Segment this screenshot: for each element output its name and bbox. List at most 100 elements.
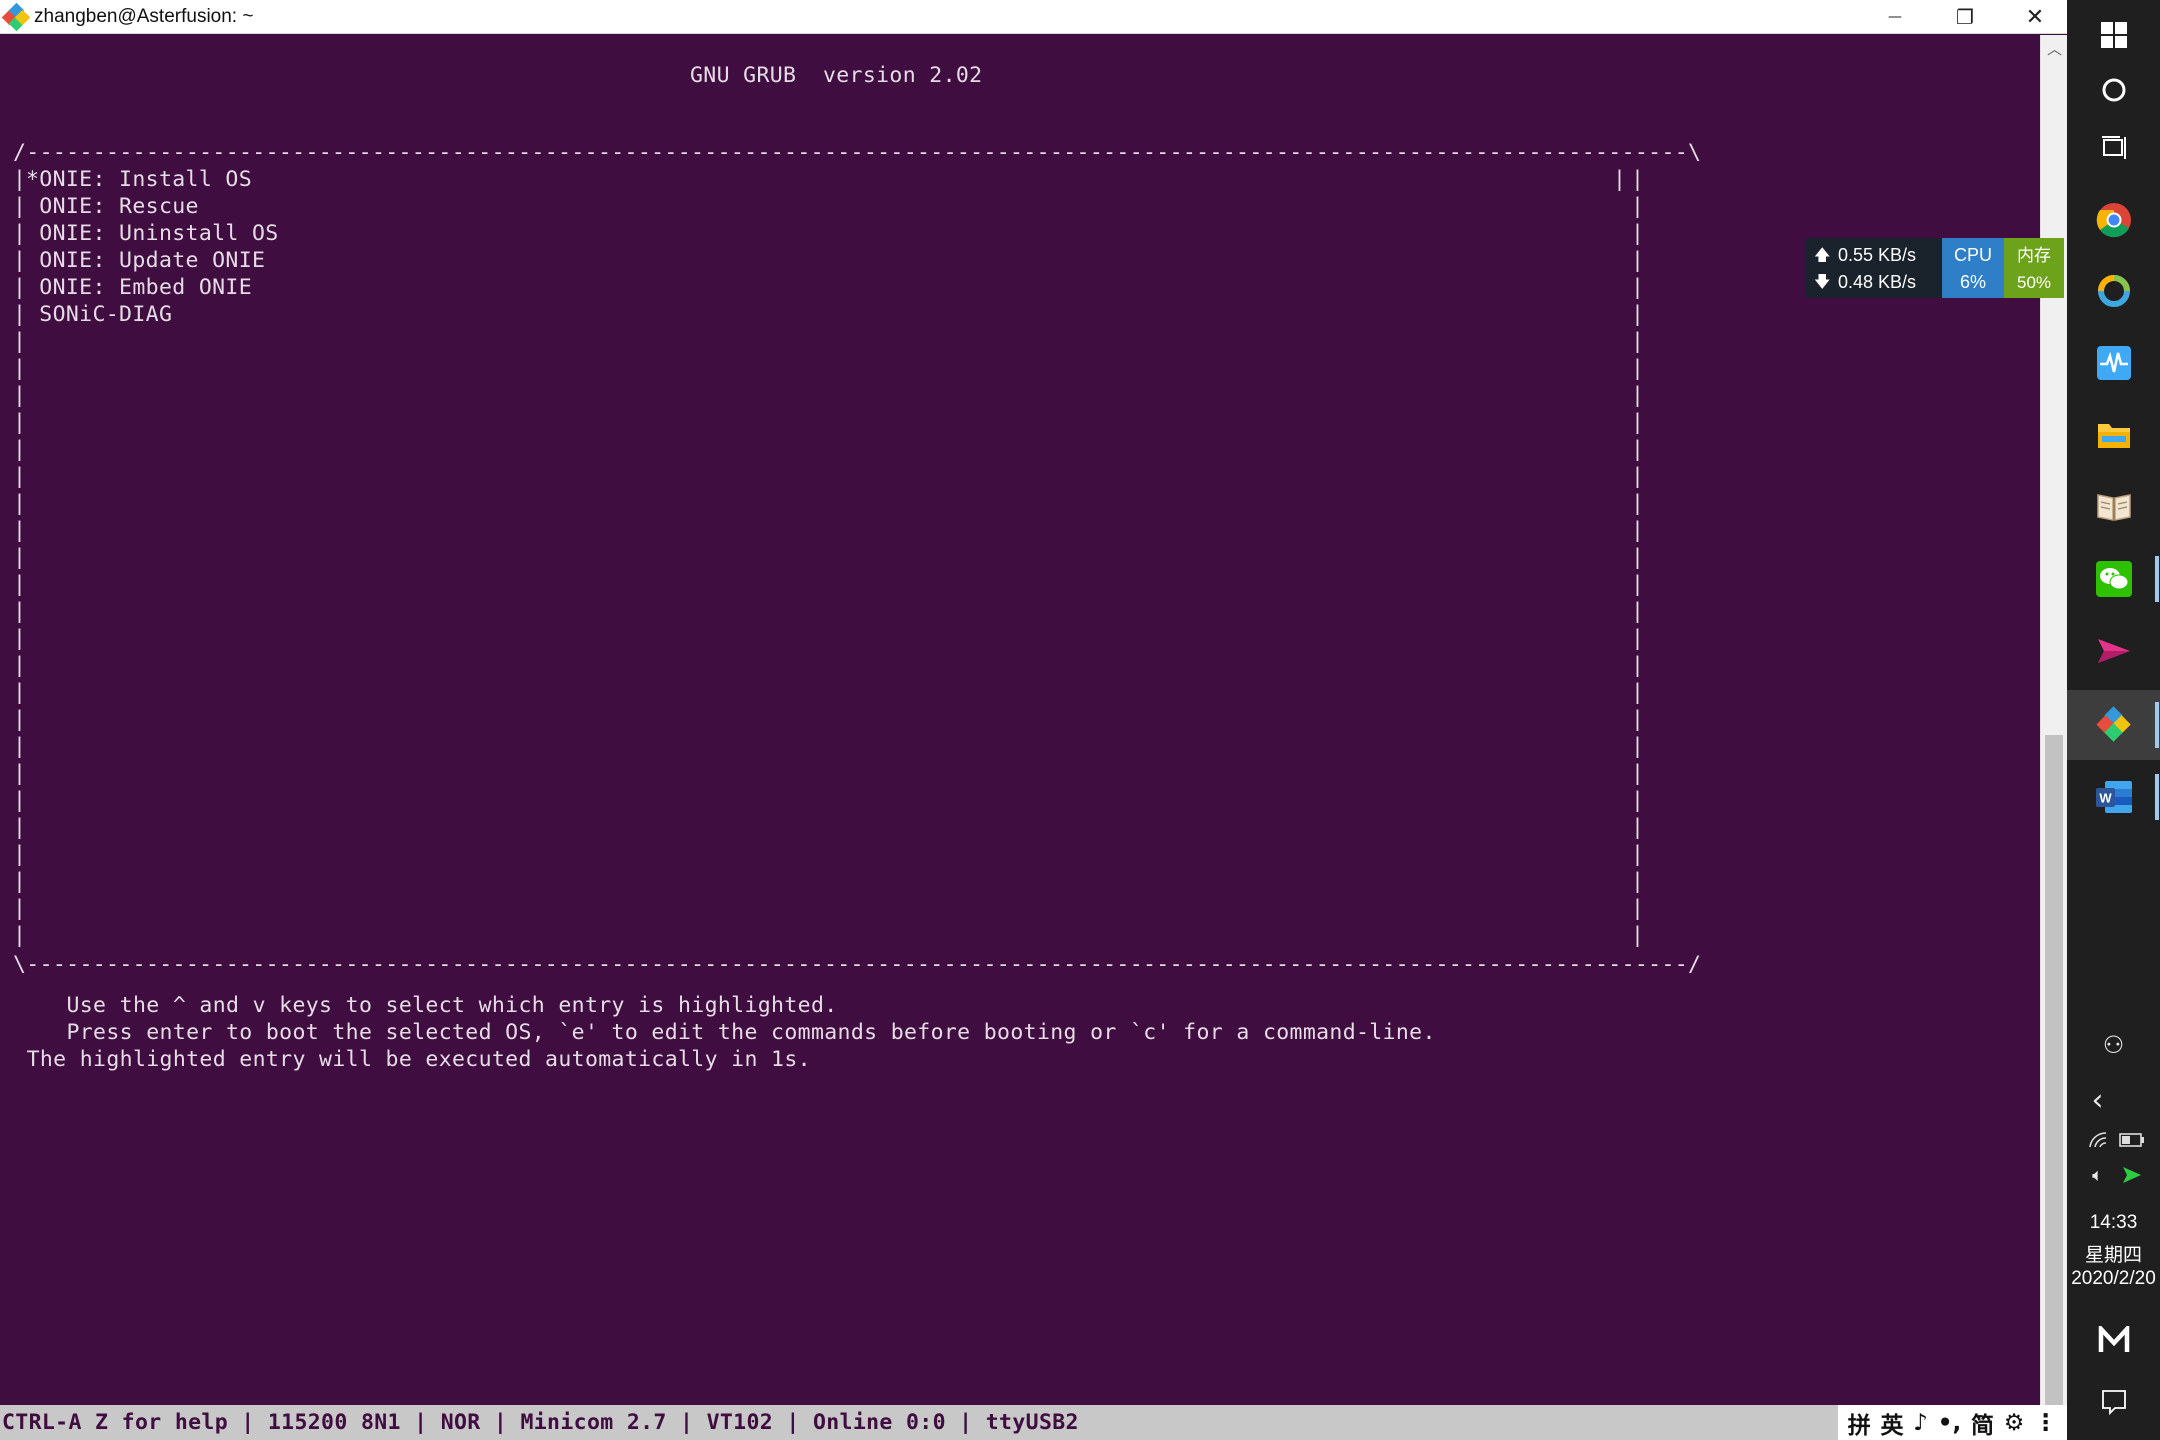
menu-box-right-border: | bbox=[1631, 410, 1645, 435]
wechat-running-indicator bbox=[2155, 556, 2159, 602]
task-view-button[interactable] bbox=[2067, 113, 2160, 183]
help-line: The highlighted entry will be executed a… bbox=[0, 1047, 811, 1072]
taskbar-file-explorer[interactable] bbox=[2067, 400, 2160, 470]
clock-weekday[interactable]: 星期四 bbox=[2067, 1240, 2160, 1267]
app-icon bbox=[1, 2, 31, 31]
menu-box-right-border: | bbox=[1631, 761, 1645, 786]
word-icon: W bbox=[2095, 781, 2132, 813]
network-speed-panel: 🡅 0.55 KB/s 🡇 0.48 KB/s bbox=[1806, 238, 1942, 298]
ime-settings-icon[interactable]: ⚙ bbox=[2004, 1410, 2025, 1436]
menu-box-top-border: /---------------------------------------… bbox=[13, 140, 1702, 165]
menu-box-bottom-border: \---------------------------------------… bbox=[13, 952, 1702, 977]
people-button[interactable]: ⚇ bbox=[2067, 1020, 2160, 1070]
ime-moon-icon[interactable]: ♪ bbox=[1913, 1410, 1928, 1436]
taskbar-word[interactable]: W bbox=[2067, 762, 2160, 832]
show-hidden-icons-button[interactable]: ‹ bbox=[2051, 1078, 2144, 1122]
menu-box-right-border: | bbox=[1631, 518, 1645, 543]
menu-box-left-border: | bbox=[13, 599, 27, 624]
taskbar-app-ring[interactable] bbox=[2067, 256, 2160, 326]
restore-button[interactable]: ❐ bbox=[1930, 0, 2000, 34]
menu-box-left-border: | bbox=[13, 167, 27, 192]
terminal-window: zhangben@Asterfusion: ~ — ❐ ✕ GNU GRUB v… bbox=[0, 0, 2067, 1440]
menu-box-left-border: | bbox=[13, 545, 27, 570]
clock-date[interactable]: 2020/2/20 bbox=[2067, 1268, 2160, 1290]
ime-simplified-toggle[interactable]: 简 bbox=[1971, 1406, 1994, 1440]
menu-box-right-border: | bbox=[1631, 302, 1645, 327]
menu-box-left-border: | bbox=[13, 626, 27, 651]
svg-text:W: W bbox=[2099, 791, 2112, 806]
menu-box-left-border: | bbox=[13, 248, 27, 273]
menu-entry[interactable]: ONIE: Update ONIE bbox=[26, 247, 265, 274]
cortana-circle-icon bbox=[2102, 78, 2125, 102]
menu-box-left-border: | bbox=[13, 653, 27, 678]
menu-box-left-border: | bbox=[13, 788, 27, 813]
action-center-button[interactable] bbox=[2067, 1372, 2160, 1432]
menu-box-left-border: | bbox=[13, 410, 27, 435]
people-icon: ⚇ bbox=[2102, 1031, 2125, 1059]
close-button[interactable]: ✕ bbox=[2000, 0, 2067, 34]
menu-entry[interactable]: ONIE: Embed ONIE bbox=[26, 274, 252, 301]
taskbar-m-app[interactable] bbox=[2067, 1310, 2160, 1370]
taskbar-monitor-app[interactable] bbox=[2067, 328, 2160, 398]
menu-box-right-border: | bbox=[1631, 221, 1645, 246]
menu-box-right-border: | bbox=[1631, 545, 1645, 570]
taskbar-wechat[interactable] bbox=[2067, 544, 2160, 614]
windows-logo-icon bbox=[2100, 22, 2127, 48]
m-logo-icon bbox=[2098, 1326, 2129, 1352]
download-speed: 0.48 KB/s bbox=[1838, 272, 1917, 292]
menu-scroll-indicator: | bbox=[1613, 167, 1627, 192]
menu-box-right-border: | bbox=[1631, 167, 1645, 192]
menu-box-left-border: | bbox=[13, 680, 27, 705]
menu-box-left-border: | bbox=[13, 329, 27, 354]
menu-box-left-border: | bbox=[13, 869, 27, 894]
memory-label: 内存 bbox=[2017, 246, 2051, 265]
menu-entry[interactable]: ONIE: Uninstall OS bbox=[26, 220, 279, 247]
taskbar-send-app[interactable] bbox=[2067, 616, 2160, 686]
taskbar-chrome[interactable] bbox=[2067, 185, 2160, 255]
menu-box-left-border: | bbox=[13, 923, 27, 948]
open-book-icon bbox=[2096, 494, 2131, 521]
menu-box-right-border: | bbox=[1631, 626, 1645, 651]
title-bar[interactable]: zhangben@Asterfusion: ~ — ❐ ✕ bbox=[0, 0, 2067, 34]
memory-panel: 内存 50% bbox=[2004, 238, 2064, 298]
menu-box-left-border: | bbox=[13, 194, 27, 219]
network-monitor-widget[interactable]: 🡅 0.55 KB/s 🡇 0.48 KB/s CPU 6% 内存 50% bbox=[1806, 238, 2064, 298]
taskbar-reader[interactable] bbox=[2067, 472, 2160, 542]
menu-box-right-border: | bbox=[1631, 896, 1645, 921]
window-title: zhangben@Asterfusion: ~ bbox=[34, 5, 254, 27]
menu-box-left-border: | bbox=[13, 896, 27, 921]
menu-box-left-border: | bbox=[13, 275, 27, 300]
ime-more-icon[interactable]: ⋮ bbox=[2034, 1410, 2057, 1436]
ring-app-icon bbox=[2097, 275, 2130, 307]
green-plane-tray-icon bbox=[2122, 1167, 2141, 1183]
clock-time[interactable]: 14:33 bbox=[2067, 1212, 2160, 1234]
menu-box-right-border: | bbox=[1631, 599, 1645, 624]
memory-value: 50% bbox=[2016, 273, 2052, 292]
terminal-screen[interactable]: GNU GRUB version 2.02 /-----------------… bbox=[0, 35, 2040, 1405]
scroll-up-arrow-icon[interactable]: ︿ bbox=[2041, 35, 2067, 61]
battery-tray-button[interactable] bbox=[2085, 1120, 2160, 1160]
upload-speed: 0.55 KB/s bbox=[1838, 245, 1917, 265]
ime-english-toggle[interactable]: 英 bbox=[1881, 1406, 1904, 1440]
scroll-thumb[interactable] bbox=[2045, 735, 2063, 1405]
menu-box-right-border: | bbox=[1631, 842, 1645, 867]
ime-pinyin-icon[interactable]: 拼 bbox=[1848, 1406, 1871, 1440]
menu-box-right-border: | bbox=[1631, 707, 1645, 732]
menu-box-left-border: | bbox=[13, 815, 27, 840]
minimize-button[interactable]: — bbox=[1860, 0, 1930, 34]
battery-icon bbox=[2118, 1133, 2144, 1147]
menu-box-left-border: | bbox=[13, 356, 27, 381]
menu-box-left-border: | bbox=[13, 383, 27, 408]
menu-entry[interactable]: SONiC-DIAG bbox=[26, 301, 172, 328]
menu-box-left-border: | bbox=[13, 707, 27, 732]
menu-entry-selected[interactable]: *ONIE: Install OS bbox=[26, 166, 252, 193]
ime-toolbar[interactable]: 拼 英 ♪ •, 简 ⚙ ⋮ bbox=[1838, 1405, 2067, 1440]
menu-box-right-border: | bbox=[1631, 491, 1645, 516]
folder-icon bbox=[2097, 424, 2130, 448]
ime-punctuation-icon[interactable]: •, bbox=[1938, 1410, 1961, 1436]
close-icon: ✕ bbox=[2025, 4, 2045, 30]
send-tray-button[interactable] bbox=[2085, 1155, 2160, 1195]
menu-entry[interactable]: ONIE: Rescue bbox=[26, 193, 199, 220]
menu-box-left-border: | bbox=[13, 437, 27, 462]
taskbar-terminal-active[interactable] bbox=[2067, 690, 2160, 760]
